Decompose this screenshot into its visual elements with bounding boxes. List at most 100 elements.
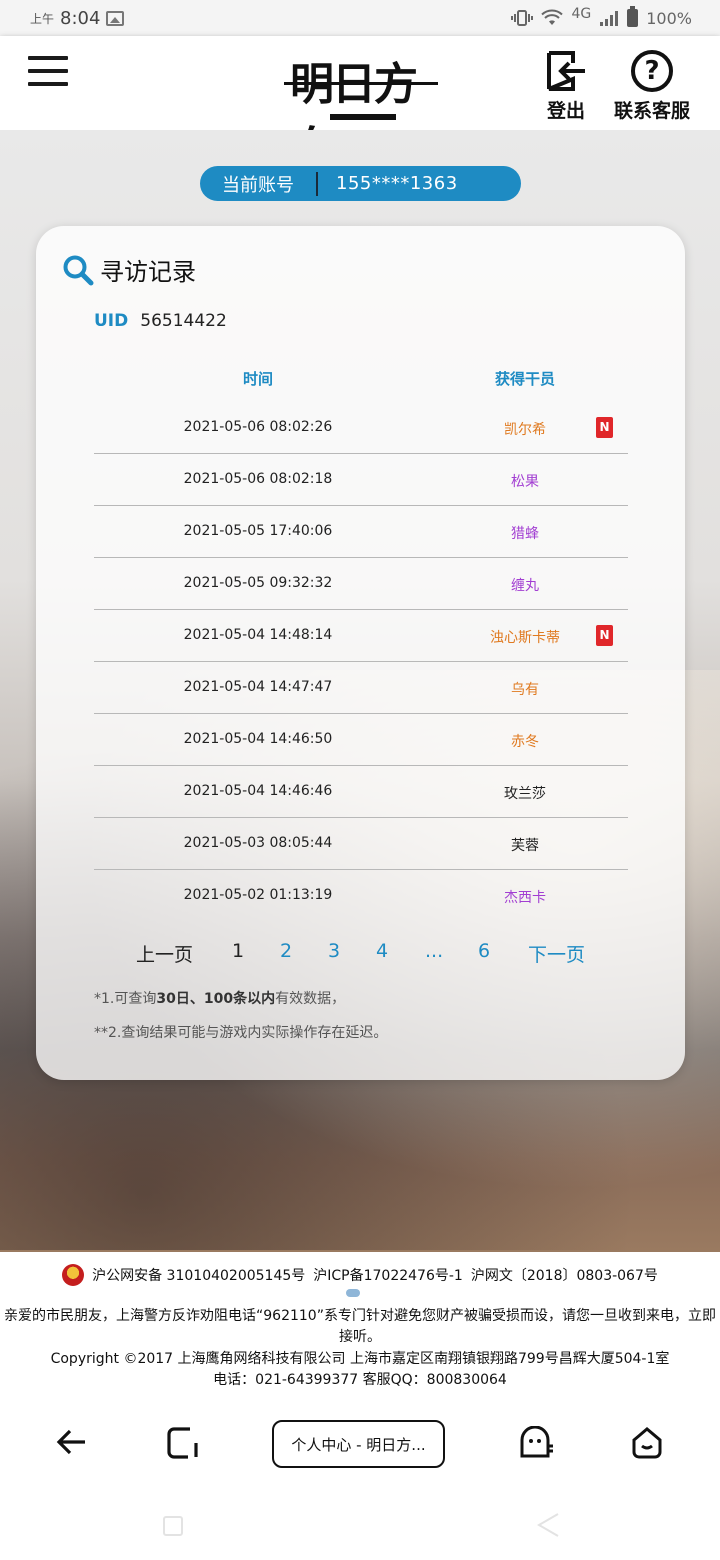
note-2: **2.查询结果可能与游戏内实际操作存在延迟。	[94, 1025, 388, 1041]
battery-level: 100%	[646, 8, 692, 28]
table-row: 2021-05-04 14:46:50 赤冬	[94, 714, 628, 766]
row-time: 2021-05-04 14:46:46	[183, 783, 333, 799]
table-row: 2021-05-05 09:32:32 缠丸	[94, 558, 628, 610]
table-header: 时间 获得干员	[94, 368, 628, 390]
status-right: 4G 100%	[511, 6, 692, 28]
system-nav-bar	[0, 1496, 720, 1560]
row-time: 2021-05-06 08:02:18	[183, 471, 333, 487]
search-icon	[63, 255, 94, 285]
network-type: 4G	[571, 6, 592, 22]
back-arrow-icon[interactable]	[56, 1426, 88, 1458]
site-header: 明日方舟 登出 ? 联系客服	[0, 36, 720, 174]
police-badge-icon	[62, 1264, 85, 1286]
vibrate-icon	[511, 10, 534, 26]
page-4-button[interactable]: 4	[376, 940, 388, 962]
records-table: 2021-05-06 08:02:26 凯尔希 N 2021-05-06 08:02:…	[94, 402, 628, 922]
row-time: 2021-05-05 17:40:06	[183, 523, 333, 539]
uid-value: 56514422	[140, 311, 227, 331]
uid-label: UID	[94, 311, 129, 331]
row-operator: 乌有	[511, 682, 539, 698]
row-operator: 玫兰莎	[504, 786, 546, 802]
table-row: 2021-05-04 14:47:47 乌有	[94, 662, 628, 714]
prev-page-button[interactable]: 上一页	[136, 940, 193, 967]
system-back-icon[interactable]	[536, 1512, 560, 1538]
footer-registrations: 沪公网安备 31010402005145号 沪ICP备17022476号-1 沪…	[0, 1264, 720, 1286]
icp-record[interactable]: 沪ICP备17022476号-1	[313, 1265, 463, 1285]
row-operator: 猎蜂	[511, 526, 539, 542]
pagination: 上一页 1 2 3 4 ... 6 下一页	[136, 940, 586, 970]
logo-bar	[330, 114, 396, 120]
account-label: 当前账号	[222, 174, 294, 196]
row-operator: 缠丸	[511, 578, 539, 594]
status-ampm: 上午	[30, 11, 55, 26]
police-record[interactable]: 沪公网安备 31010402005145号	[92, 1265, 305, 1285]
anti-fraud-notice: 亲爱的市民朋友，上海警方反诈劝阻电话“962110”系专门针对避免您财产被骗受损…	[4, 1308, 716, 1345]
logout-label: 登出	[546, 100, 585, 122]
browser-toolbar: 个人中心 - 明日方...	[0, 1392, 720, 1496]
row-operator: 松果	[511, 474, 539, 490]
account-pill: 当前账号 155****1363	[200, 166, 521, 201]
note-1: *1.可查询30日、100条以内有效数据，	[94, 988, 345, 1008]
status-bar: 上午 8:04 4G 100%	[0, 0, 720, 36]
row-time: 2021-05-03 08:05:44	[183, 835, 333, 851]
row-time: 2021-05-06 08:02:26	[183, 419, 333, 435]
page-6-button[interactable]: 6	[478, 940, 490, 962]
menu-button[interactable]	[28, 56, 68, 90]
table-row: 2021-05-02 01:13:19 杰西卡	[94, 870, 628, 922]
menu-icon	[28, 56, 68, 60]
menu-icon-bar	[28, 69, 68, 73]
note-1-prefix: *1.可查询	[94, 991, 157, 1007]
records-title: 寻访记录	[62, 252, 196, 287]
records-title-text: 寻访记录	[100, 258, 196, 286]
page-1-button[interactable]: 1	[232, 940, 244, 962]
site-footer: 沪公网安备 31010402005145号 沪ICP备17022476号-1 沪…	[0, 1252, 720, 1392]
records-card: 寻访记录 UID 56514422 时间 获得干员 2021-05-06 08:…	[36, 226, 685, 1080]
help-icon: ?	[631, 50, 673, 92]
support-button[interactable]: ? 联系客服	[614, 50, 690, 123]
table-row: 2021-05-06 08:02:18 松果	[94, 454, 628, 506]
row-time: 2021-05-05 09:32:32	[183, 575, 333, 591]
wifi-icon	[541, 9, 564, 25]
menu-icon-bar	[28, 82, 68, 86]
culture-record: 沪网文〔2018〕0803-067号	[470, 1268, 658, 1284]
small-logo-icon	[346, 1289, 360, 1297]
current-tab-title[interactable]: 个人中心 - 明日方...	[272, 1420, 445, 1468]
page-ellipsis: ...	[425, 940, 444, 962]
image-icon	[106, 10, 125, 26]
row-time: 2021-05-04 14:46:50	[183, 731, 333, 747]
note-1-suffix: 有效数据，	[275, 991, 346, 1007]
column-operator: 获得干员	[494, 370, 555, 388]
row-time: 2021-05-02 01:13:19	[183, 887, 333, 903]
home-icon[interactable]	[630, 1426, 664, 1460]
new-badge: N	[596, 417, 613, 438]
next-page-button[interactable]: 下一页	[528, 940, 585, 967]
column-time: 时间	[242, 370, 273, 388]
support-label: 联系客服	[614, 100, 691, 122]
table-row: 2021-05-06 08:02:26 凯尔希 N	[94, 402, 628, 454]
status-left: 上午 8:04	[30, 7, 125, 29]
account-value: 155****1363	[336, 173, 458, 194]
new-badge: N	[596, 625, 613, 646]
table-row: 2021-05-04 14:48:14 浊心斯卡蒂 N	[94, 610, 628, 662]
row-time: 2021-05-04 14:48:14	[183, 627, 333, 643]
table-row: 2021-05-05 17:40:06 猎蜂	[94, 506, 628, 558]
signal-icon	[600, 11, 619, 26]
page-2-button[interactable]: 2	[280, 940, 292, 962]
assistant-icon[interactable]	[518, 1426, 554, 1460]
logout-icon	[547, 51, 585, 91]
row-operator: 杰西卡	[504, 890, 546, 906]
uid-row: UID 56514422	[94, 311, 227, 331]
row-operator: 赤冬	[511, 734, 539, 750]
tabs-icon[interactable]	[166, 1426, 200, 1460]
contact-info: 电话：021-64399377 客服QQ：800830064	[213, 1372, 507, 1388]
recent-apps-icon[interactable]	[163, 1516, 183, 1536]
note-1-bold: 30日、100条以内	[156, 991, 276, 1007]
logout-button[interactable]: 登出	[545, 50, 587, 123]
page-3-button[interactable]: 3	[328, 940, 340, 962]
status-time: 8:04	[60, 7, 101, 29]
logo[interactable]: 明日方舟	[284, 46, 438, 174]
row-time: 2021-05-04 14:47:47	[183, 679, 333, 695]
row-operator: 芙蓉	[511, 838, 539, 854]
table-row: 2021-05-03 08:05:44 芙蓉	[94, 818, 628, 870]
table-row: 2021-05-04 14:46:46 玫兰莎	[94, 766, 628, 818]
